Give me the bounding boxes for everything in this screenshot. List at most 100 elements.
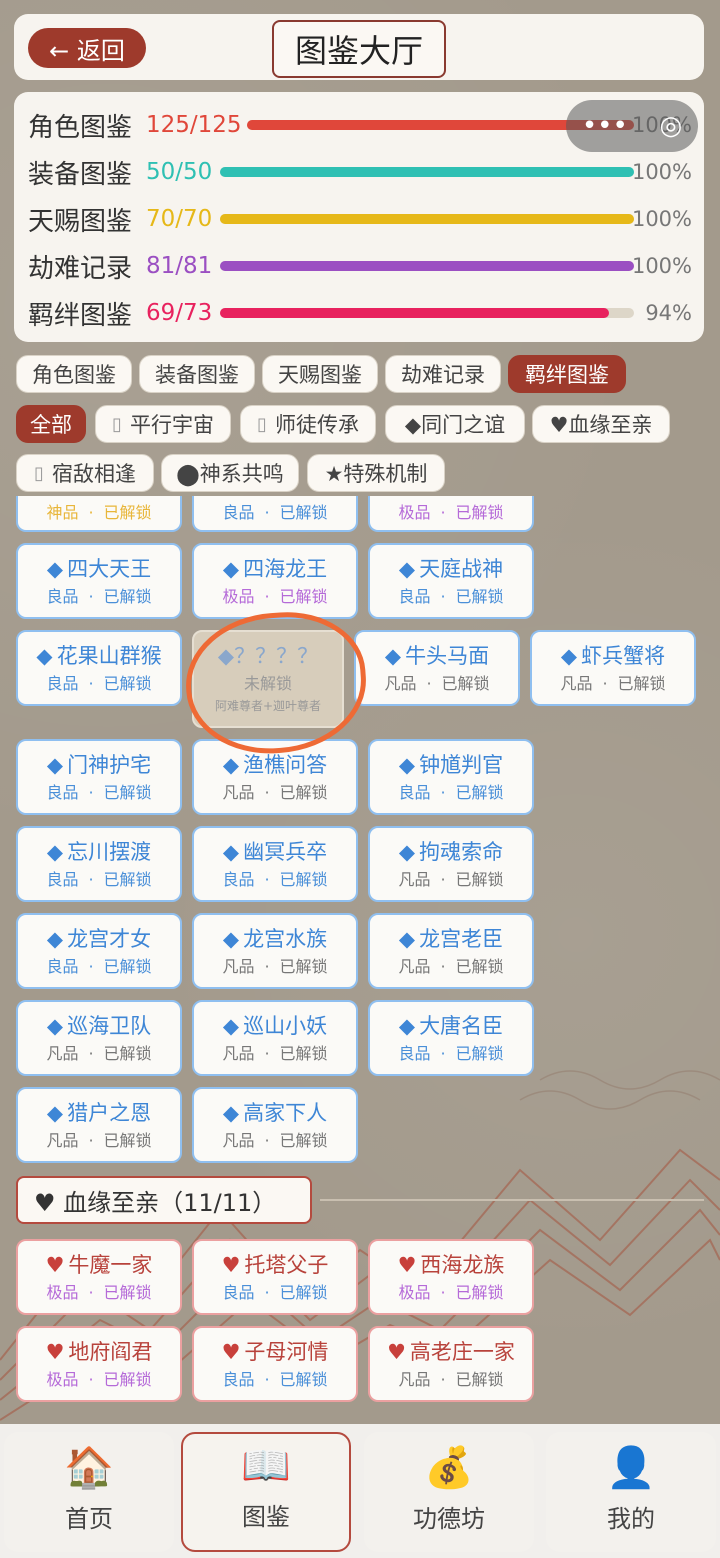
bond-card[interactable]: ◆ 龙宫水族 凡品 · 已解锁 <box>192 913 358 989</box>
more-icon[interactable]: ••• <box>582 111 628 141</box>
card-name: 高老庄一家 <box>409 1340 515 1364</box>
card-unlocked: 已解锁 <box>103 1131 152 1150</box>
tab-0[interactable]: 角色图鉴 <box>16 355 132 393</box>
bond-card[interactable]: ◆ 四海龙王 极品 · 已解锁 <box>192 543 358 619</box>
close-icon[interactable]: ◎ <box>659 111 682 141</box>
card-unlocked: 已解锁 <box>103 674 152 693</box>
bond-card[interactable]: ◆ 忘川摆渡 良品 · 已解锁 <box>16 826 182 902</box>
filter-label: 全部 <box>30 413 72 437</box>
card-title: ◆ 高家下人 <box>194 1100 356 1126</box>
card-unlocked: 已解锁 <box>455 1283 504 1302</box>
separator: · <box>264 783 270 802</box>
tab-3[interactable]: 劫难记录 <box>385 355 501 393</box>
bond-card[interactable]: ◆ 龙宫老臣 凡品 · 已解锁 <box>368 913 534 989</box>
kin-card[interactable]: ♥ 西海龙族 极品 · 已解锁 <box>368 1239 534 1315</box>
card-title: ◆ 大唐名臣 <box>370 1013 532 1039</box>
nav-item-0[interactable]: 🏠 首页 <box>4 1432 174 1552</box>
bond-card[interactable]: ◆ 龙宫才女 良品 · 已解锁 <box>16 913 182 989</box>
card-unlocked: 已解锁 <box>103 1044 152 1063</box>
card-name: 四海龙王 <box>243 557 328 581</box>
separator: · <box>264 587 270 606</box>
card-name: 幽冥兵卒 <box>243 840 328 864</box>
diamond-icon: ◆ <box>46 557 64 581</box>
card-name: 拘魂索命 <box>419 840 504 864</box>
heart-icon: ♥ <box>221 1253 241 1277</box>
card-quality: 极品 <box>222 587 255 606</box>
card-name: 子母河情 <box>244 1340 329 1364</box>
kin-card[interactable]: ♥ 托塔父子 良品 · 已解锁 <box>192 1239 358 1315</box>
separator: · <box>264 1044 270 1063</box>
nav-label: 我的 <box>607 1505 655 1533</box>
filter-label: ★特殊机制 <box>324 462 428 486</box>
kin-card[interactable]: ♥ 高老庄一家 凡品 · 已解锁 <box>368 1326 534 1402</box>
mini-program-capsule[interactable]: ••• ◎ <box>566 100 698 152</box>
card-unlocked: 已解锁 <box>103 1370 152 1389</box>
card-unlocked: 已解锁 <box>455 1044 504 1063</box>
card-quality: 神品 <box>46 503 79 522</box>
tab-2[interactable]: 天赐图鉴 <box>262 355 378 393</box>
filter-chip[interactable]: 全部 <box>16 405 86 443</box>
card-unlocked: 已解锁 <box>103 957 152 976</box>
progress-bar <box>220 261 634 271</box>
diamond-icon: ◆ <box>46 1014 64 1038</box>
card-quality: 良品 <box>398 587 431 606</box>
separator: · <box>88 870 94 889</box>
bond-card[interactable]: ◆ 巡海卫队 凡品 · 已解锁 <box>16 1000 182 1076</box>
separator: · <box>264 1370 270 1389</box>
back-button[interactable]: ← 返回 <box>28 28 146 68</box>
filter-chip[interactable]: ★特殊机制 <box>307 454 445 492</box>
kin-card[interactable]: ♥ 牛魔一家 极品 · 已解锁 <box>16 1239 182 1315</box>
progress-percent: 94% <box>645 301 692 325</box>
bond-card[interactable]: ◆ 钟馗判官 良品 · 已解锁 <box>368 739 534 815</box>
bond-card[interactable]: ◆ 幽冥兵卒 良品 · 已解锁 <box>192 826 358 902</box>
card-status: 极品 · 已解锁 <box>18 1282 180 1304</box>
bond-card[interactable]: ◆ 花果山群猴 良品 · 已解锁 <box>16 630 182 706</box>
bond-card-partial[interactable]: 良品 · 已解锁 <box>192 496 358 532</box>
bond-card-partial[interactable]: 神品 · 已解锁 <box>16 496 182 532</box>
diamond-icon: ◆ <box>560 644 578 668</box>
bond-card[interactable]: ◆ 高家下人 凡品 · 已解锁 <box>192 1087 358 1163</box>
card-title: ◆ 天庭战神 <box>370 556 532 582</box>
card-title: ◆ 渔樵问答 <box>194 752 356 778</box>
kin-card[interactable]: ♥ 子母河情 良品 · 已解锁 <box>192 1326 358 1402</box>
card-unlocked: 已解锁 <box>617 674 666 693</box>
diamond-icon: ◆ <box>46 753 64 777</box>
diamond-icon: ◆ <box>222 927 240 951</box>
separator: · <box>264 870 270 889</box>
filter-chip[interactable]: ⬤神系共鸣 <box>161 454 299 492</box>
nav-item-2[interactable]: 💰 功德坊 <box>364 1432 534 1552</box>
kin-card[interactable]: ♥ 地府阎君 极品 · 已解锁 <box>16 1326 182 1402</box>
tab-label: 天赐图鉴 <box>278 363 362 387</box>
nav-item-3[interactable]: 👤 我的 <box>546 1432 716 1552</box>
nav-item-1[interactable]: 📖 图鉴 <box>181 1432 351 1552</box>
filter-chip[interactable]: ▯ 平行宇宙 <box>95 405 231 443</box>
bond-card[interactable]: ◆ 虾兵蟹将 凡品 · 已解锁 <box>530 630 696 706</box>
bond-card[interactable]: ◆ 大唐名臣 良品 · 已解锁 <box>368 1000 534 1076</box>
filter-chip[interactable]: ▯ 宿敌相逢 <box>16 454 154 492</box>
bond-card-partial[interactable]: 极品 · 已解锁 <box>368 496 534 532</box>
bond-card[interactable]: ◆ 巡山小妖 凡品 · 已解锁 <box>192 1000 358 1076</box>
card-name: 龙宫水族 <box>243 927 328 951</box>
bond-card[interactable]: ◆ 门神护宅 良品 · 已解锁 <box>16 739 182 815</box>
progress-bar <box>220 308 634 318</box>
card-status: 良品 · 已解锁 <box>194 869 356 891</box>
filter-chip[interactable]: ◆同门之谊 <box>385 405 525 443</box>
card-name: 牛魔一家 <box>68 1253 153 1277</box>
diamond-icon: ◆ <box>46 927 64 951</box>
card-unlocked: 已解锁 <box>103 783 152 802</box>
card-status: 凡品 · 已解锁 <box>532 673 694 695</box>
tab-1[interactable]: 装备图鉴 <box>139 355 255 393</box>
bond-card[interactable]: ◆ 牛头马面 凡品 · 已解锁 <box>354 630 520 706</box>
card-title: ◆ 忘川摆渡 <box>18 839 180 865</box>
tab-4[interactable]: 羁绊图鉴 <box>508 355 626 393</box>
bond-card[interactable]: ◆ 猎户之恩 凡品 · 已解锁 <box>16 1087 182 1163</box>
separator: · <box>440 1044 446 1063</box>
card-name: 牛头马面 <box>405 644 490 668</box>
filter-chip[interactable]: ▯ 师徒传承 <box>240 405 376 443</box>
bond-card[interactable]: ◆ 四大天王 良品 · 已解锁 <box>16 543 182 619</box>
card-status: 良品 · 已解锁 <box>18 673 180 695</box>
filter-chip[interactable]: ♥血缘至亲 <box>532 405 670 443</box>
bond-card[interactable]: ◆ 天庭战神 良品 · 已解锁 <box>368 543 534 619</box>
card-title: ◆ 钟馗判官 <box>370 752 532 778</box>
bond-card[interactable]: ◆ 拘魂索命 凡品 · 已解锁 <box>368 826 534 902</box>
